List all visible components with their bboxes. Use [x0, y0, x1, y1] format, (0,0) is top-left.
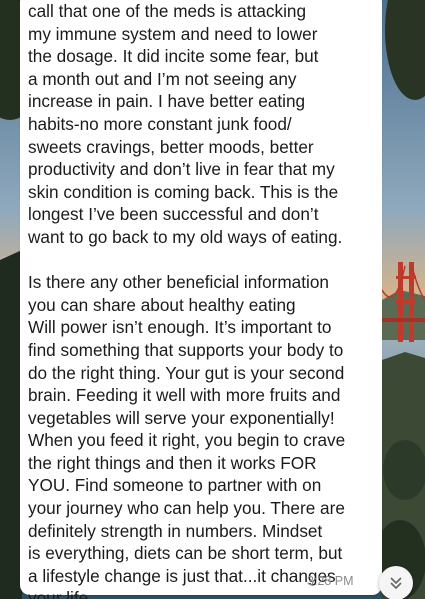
message-timestamp: 3:28 PM [307, 574, 354, 588]
message-line: definitely strength in numbers. Mindset [28, 520, 323, 541]
message-line: sweets cravings, better moods, better [28, 136, 314, 157]
message-line: your journey who can help you. There are [28, 498, 345, 519]
message-line: skin condition is coming back. This is t… [28, 181, 339, 202]
message-line: do the right thing. Your gut is your sec… [28, 362, 345, 383]
message-line: brain. Feeding it well with more fruits … [28, 385, 341, 406]
message-line: When you feed it right, you begin to cra… [28, 430, 346, 451]
message-line: my immune system and need to lower [28, 23, 318, 44]
message-line: vegetables will serve your exponentially… [28, 407, 335, 428]
message-line: longest I’ve been successful and don’t [28, 204, 319, 225]
double-chevron-down-icon [390, 577, 402, 589]
message-line: habits-no more constant junk food/ [28, 113, 292, 134]
message-line: productivity and don’t live in fear that… [28, 159, 335, 180]
message-line: a month out and I’m not seeing any [28, 68, 297, 89]
message-line: want to go back to my old ways of eating… [28, 226, 343, 247]
message-line: Is there any other beneficial informatio… [28, 272, 329, 293]
message-line: YOU. Find someone to partner with on [28, 475, 322, 496]
message-line: call that one of the meds is attacking [28, 1, 307, 21]
scroll-to-bottom-button[interactable] [379, 566, 413, 599]
message-line: your life. [28, 588, 93, 599]
message-line: the right things and then it works FOR [28, 452, 317, 473]
paragraph-break [28, 249, 374, 272]
message-line: is everything, diets can be short term, … [28, 543, 343, 564]
message-line: Will power isn’t enough. It’s important … [28, 317, 332, 338]
message-line: find something that supports your body t… [28, 339, 344, 360]
message-line: the dosage. It did incite some fear, but [28, 46, 319, 67]
message-line: increase in pain. I have better eating [28, 91, 306, 112]
message-text: call that one of the meds is attacking m… [28, 0, 374, 599]
message-line: you can share about healthy eating [28, 294, 296, 315]
